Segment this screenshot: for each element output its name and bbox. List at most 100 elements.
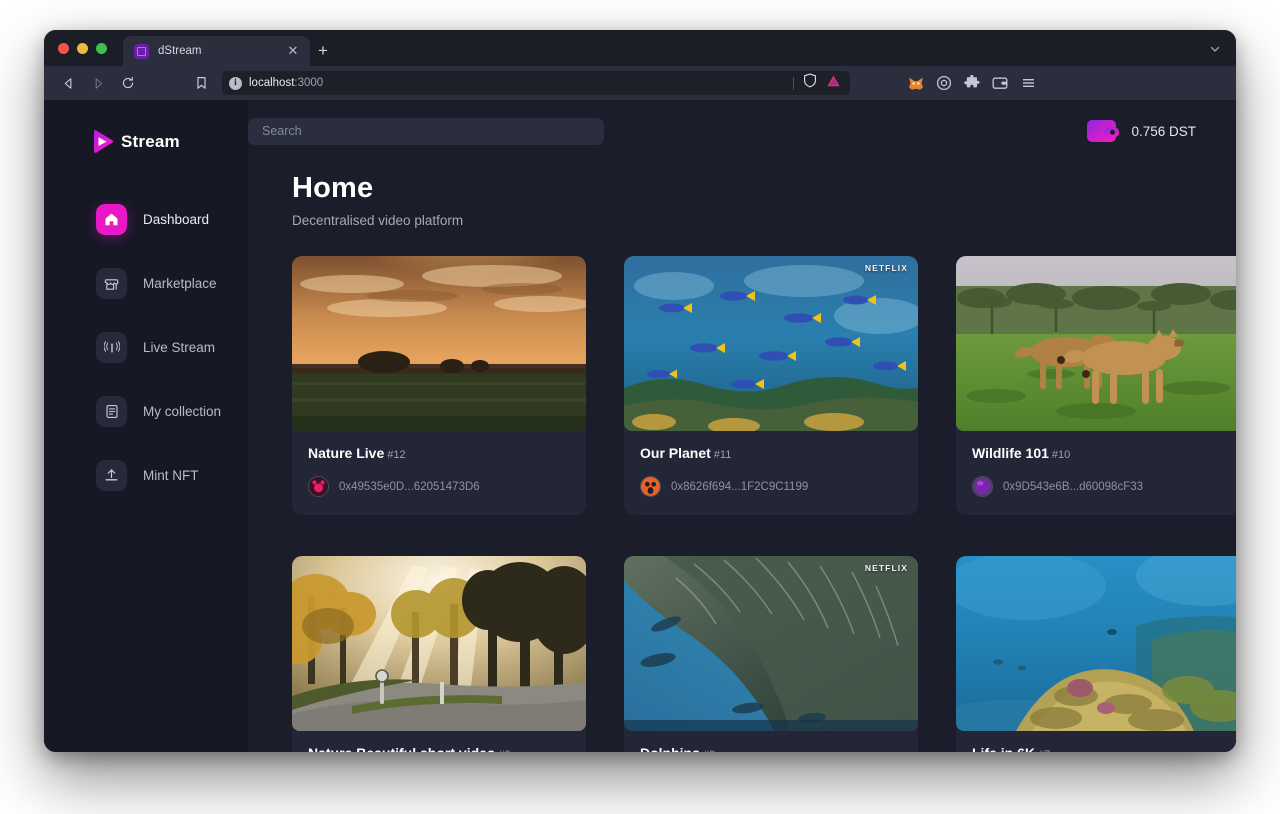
video-title: Life in 6K#7	[972, 745, 1234, 752]
avatar	[640, 476, 661, 497]
video-card[interactable]: Life in 6K#7	[956, 556, 1236, 752]
video-owner[interactable]: 0x9D543e6B...d60098cF33	[972, 476, 1234, 497]
close-icon[interactable]: ✕	[285, 43, 301, 59]
target-circle-icon[interactable]	[932, 71, 956, 95]
wallet-balance[interactable]: 0.756 DST	[1086, 118, 1196, 144]
video-title: Our Planet #11	[640, 445, 732, 461]
sidebar-item-live-stream[interactable]: Live Stream	[44, 326, 248, 368]
sidebar-item-label: Marketplace	[143, 275, 217, 291]
page-title: Home	[292, 172, 374, 204]
owner-address: 0x9D543e6B...d60098cF33	[1003, 480, 1144, 493]
video-thumbnail[interactable]: NETFLIX	[624, 556, 918, 731]
new-tab-button[interactable]: +	[310, 36, 336, 66]
forward-arrow-icon[interactable]	[84, 70, 112, 96]
dstream-app: Stream Dashboard Marketplace Live Stream…	[44, 100, 1236, 752]
video-card[interactable]: Wildlife 101 #10 0x9D543e6B...d60098cF33	[956, 256, 1236, 515]
sidebar-item-label: Mint NFT	[143, 467, 199, 483]
video-thumbnail[interactable]	[956, 256, 1236, 431]
browser-toolbar: i localhost:3000	[44, 66, 1236, 100]
video-number: #7	[1038, 749, 1050, 752]
brave-rewards-triangle-icon[interactable]	[826, 74, 841, 93]
desktop-background: dStream ✕ + i localhost:3000 Stream Dash…	[0, 0, 1280, 814]
wallet-icon	[1086, 118, 1120, 144]
play-triangle-logo	[90, 129, 116, 155]
maximize-window-button[interactable]	[96, 42, 107, 54]
video-card-body: Nature Live #12 0x49535e0D...62051473D6	[292, 431, 586, 515]
tab-title: dStream	[158, 45, 202, 57]
minimize-window-button[interactable]	[77, 42, 88, 54]
hamburger-menu-icon[interactable]	[1016, 71, 1040, 95]
sidebar-item-mint-nft[interactable]: Mint NFT	[44, 454, 248, 496]
page-subtitle: Decentralised video platform	[292, 213, 464, 228]
video-card-body: Wildlife 101 #10 0x9D543e6B...d60098cF33	[956, 431, 1236, 515]
reload-icon[interactable]	[114, 70, 142, 96]
video-title: Wildlife 101 #10	[972, 445, 1071, 461]
divider	[793, 76, 794, 90]
main-content: 0.756 DST Home Decentralised video platf…	[248, 100, 1236, 752]
page-header: Home Decentralised video platform	[292, 162, 1196, 228]
close-window-button[interactable]	[58, 42, 69, 54]
video-card-body: Dolphins#8	[624, 731, 918, 752]
address-bar[interactable]: i localhost:3000	[222, 71, 850, 95]
back-arrow-icon[interactable]	[54, 70, 82, 96]
sidebar-item-dashboard[interactable]: Dashboard	[44, 198, 248, 240]
video-card[interactable]: Nature Beautiful short video#9	[292, 556, 586, 752]
sidebar-nav: Dashboard Marketplace Live Stream My col…	[44, 198, 248, 496]
video-owner[interactable]: 0x8626f694...1F2C9C1199	[640, 476, 902, 497]
video-number: #8	[703, 749, 715, 752]
browser-tab-strip: dStream ✕ +	[44, 30, 1236, 66]
sidebar-item-label: Dashboard	[143, 211, 210, 227]
video-owner[interactable]: 0x49535e0D...62051473D6	[308, 476, 570, 497]
bookmark-icon[interactable]	[188, 70, 214, 96]
address-bar-url: localhost:3000	[249, 77, 324, 89]
browser-tab[interactable]: dStream ✕	[123, 36, 310, 66]
video-thumbnail[interactable]	[292, 556, 586, 731]
window-controls	[58, 30, 123, 66]
sidebar-item-label: My collection	[143, 403, 222, 419]
video-grid: Nature Live#12 0x49535e0D...62051473D6	[292, 256, 1236, 752]
home-icon	[96, 203, 127, 235]
netflix-badge: NETFLIX	[864, 563, 908, 573]
video-card-body: Our Planet #11 0x8626f694...1F2C9C1199	[624, 431, 918, 515]
extension-toolbar	[904, 71, 1040, 95]
video-card[interactable]: NETFLIX Our Planet #11 0x8626f694...1F2C9…	[624, 256, 918, 515]
video-number: #9	[498, 749, 510, 752]
sidebar-item-my-collection[interactable]: My collection	[44, 390, 248, 432]
chevron-down-icon[interactable]	[1204, 39, 1226, 59]
avatar	[972, 476, 993, 497]
netflix-badge: NETFLIX	[864, 263, 908, 273]
sidebar-item-label: Live Stream	[143, 339, 216, 355]
owner-address: 0x8626f694...1F2C9C1199	[671, 480, 809, 493]
video-number: #11	[713, 449, 732, 461]
video-card[interactable]: NETFLIX Dolphins#8	[624, 556, 918, 752]
wallet-extension-icon[interactable]	[988, 71, 1012, 95]
top-bar: 0.756 DST	[248, 100, 1236, 162]
dstream-favicon	[134, 43, 149, 59]
search-input[interactable]	[248, 117, 604, 145]
video-card[interactable]: Nature Live #12 0x49535e0D...62051473D6	[292, 256, 586, 515]
address-bar-actions	[793, 73, 843, 93]
video-title: Nature Live #12	[308, 445, 406, 461]
info-icon[interactable]: i	[229, 76, 242, 90]
collection-icon	[96, 395, 127, 427]
broadcast-icon	[96, 331, 127, 363]
upload-icon	[96, 459, 127, 491]
app-logo[interactable]: Stream	[44, 122, 248, 162]
store-icon	[96, 267, 127, 299]
video-card-body: Nature Beautiful short video#9	[292, 731, 586, 752]
app-logo-text: Stream	[121, 132, 180, 151]
video-thumbnail[interactable]	[292, 256, 586, 431]
browser-window: dStream ✕ + i localhost:3000 Stream Dash…	[44, 30, 1236, 752]
puzzle-piece-icon[interactable]	[960, 71, 984, 95]
video-thumbnail[interactable]: NETFLIX	[624, 256, 918, 431]
video-thumbnail[interactable]	[956, 556, 1236, 731]
metamask-fox-icon[interactable]	[904, 71, 928, 95]
sidebar: Stream Dashboard Marketplace Live Stream…	[44, 100, 248, 752]
avatar	[308, 476, 329, 497]
wallet-balance-text: 0.756 DST	[1131, 123, 1196, 139]
brave-shield-icon[interactable]	[803, 73, 817, 93]
owner-address: 0x49535e0D...62051473D6	[339, 480, 480, 493]
sidebar-item-marketplace[interactable]: Marketplace	[44, 262, 248, 304]
video-card-body: Life in 6K#7	[956, 731, 1236, 752]
video-number: #12	[387, 449, 406, 461]
